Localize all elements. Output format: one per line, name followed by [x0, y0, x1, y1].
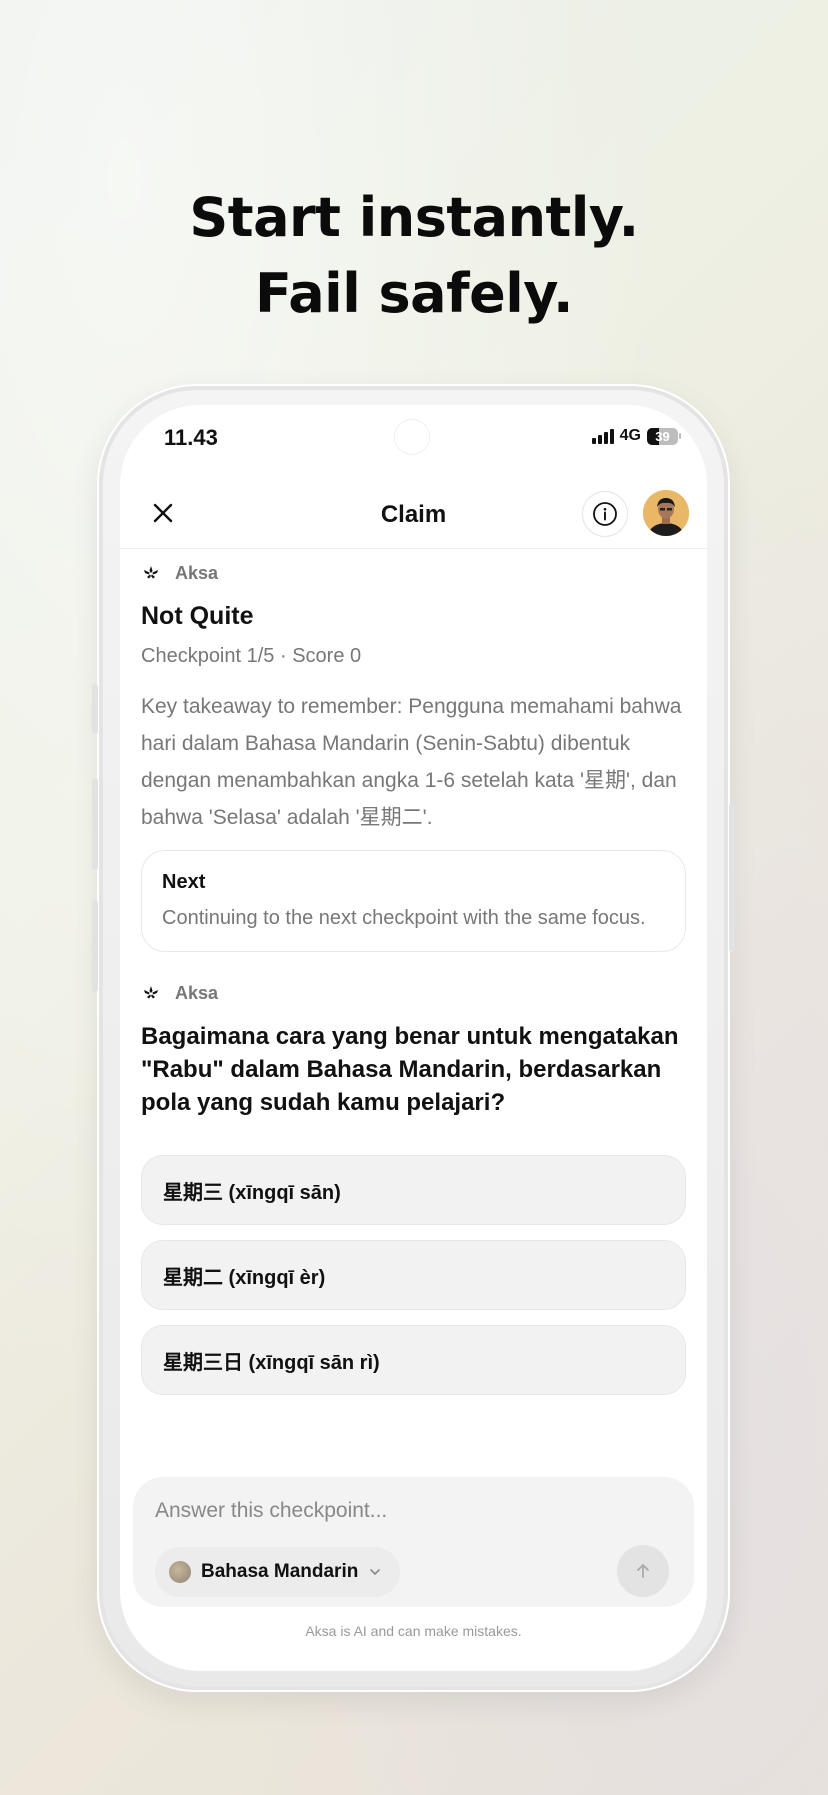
marketing-headline: Start instantly. Fail safely. — [0, 180, 828, 332]
answer-option[interactable]: 星期二 (xīngqī èr) — [141, 1240, 686, 1310]
top-nav: Claim — [120, 479, 707, 549]
info-button[interactable] — [582, 491, 628, 537]
language-selector[interactable]: Bahasa Mandarin — [155, 1547, 401, 1597]
avatar[interactable] — [643, 490, 689, 536]
dynamic-island — [394, 419, 430, 455]
chat-content: Aksa Not Quite Checkpoint 1/5 · Score 0 … — [141, 560, 686, 1410]
phone-power-button — [729, 802, 735, 952]
agent-header: Aksa — [141, 560, 686, 586]
agent-name: Aksa — [175, 982, 219, 1003]
phone-side-button — [92, 900, 98, 992]
status-indicators: 4G 39 — [591, 427, 681, 445]
phone-side-button — [92, 778, 98, 870]
agent-header: Aksa — [141, 980, 686, 1006]
language-globe-icon — [169, 1561, 191, 1583]
checkpoint-score: Checkpoint 1/5 · Score 0 — [141, 645, 362, 667]
next-card: Next Continuing to the next checkpoint w… — [141, 850, 686, 952]
signal-icon — [591, 428, 614, 444]
status-bar: 11.43 4G 39 — [120, 405, 707, 465]
phone-side-button — [92, 684, 98, 734]
user-avatar-icon — [643, 490, 689, 536]
chevron-down-icon — [370, 1569, 381, 1576]
status-time: 11.43 — [164, 425, 218, 450]
next-description: Continuing to the next checkpoint with t… — [162, 907, 646, 929]
question-text: Bagaimana cara yang benar untuk mengatak… — [141, 1023, 679, 1116]
battery-level: 39 — [655, 428, 670, 444]
arrow-up-icon — [637, 1564, 649, 1578]
info-icon — [593, 502, 617, 526]
aksa-logo-icon — [144, 566, 158, 579]
answer-option[interactable]: 星期三日 (xīngqī sān rì) — [141, 1325, 686, 1395]
send-button[interactable] — [617, 1545, 669, 1597]
language-label: Bahasa Mandarin — [201, 1561, 359, 1582]
answer-options: 星期三 (xīngqī sān) 星期二 (xīngqī èr) 星期三日 (x… — [141, 1155, 686, 1395]
answer-input[interactable]: Answer this checkpoint... — [155, 1499, 387, 1523]
headline-line-2: Fail safely. — [255, 262, 573, 325]
agent-name: Aksa — [175, 562, 219, 583]
ai-disclaimer: Aksa is AI and can make mistakes. — [305, 1623, 522, 1639]
battery-icon: 39 — [647, 427, 681, 445]
answer-option[interactable]: 星期三 (xīngqī sān) — [141, 1155, 686, 1225]
feedback-title: Not Quite — [141, 602, 254, 630]
network-label: 4G — [619, 427, 641, 444]
key-takeaway: Key takeaway to remember: Pengguna memah… — [141, 695, 682, 829]
answer-composer: Answer this checkpoint... Bahasa Mandari… — [133, 1477, 694, 1607]
headline-line-1: Start instantly. — [189, 186, 639, 249]
aksa-logo-icon — [144, 986, 158, 999]
next-label: Next — [162, 871, 206, 893]
phone-screen: 11.43 4G 39 Claim Aksa Not Quite Checkpo… — [120, 405, 707, 1671]
